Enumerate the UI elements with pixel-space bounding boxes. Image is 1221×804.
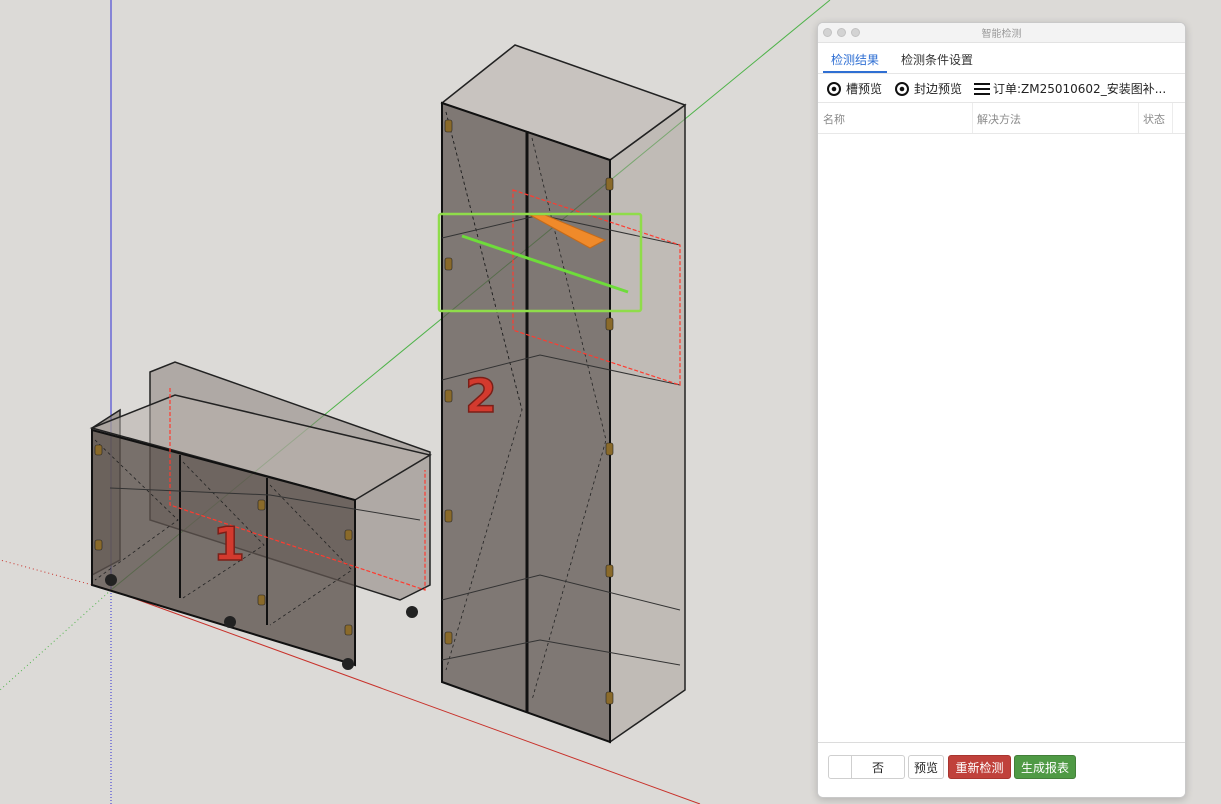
panel-tabs: 检测结果 检测条件设置 bbox=[818, 43, 1185, 74]
recheck-button[interactable]: 重新检测 bbox=[948, 755, 1011, 779]
edge-preview-label: 封边预览 bbox=[914, 82, 963, 96]
panel-titlebar: 智能检测 bbox=[818, 23, 1185, 43]
column-header-solution[interactable]: 解决方法 bbox=[977, 111, 1021, 127]
smart-detection-panel: 智能检测 检测结果 检测条件设置 槽预览 封边预览 订单:ZM25010602_… bbox=[817, 22, 1186, 798]
preview-button[interactable]: 预览 bbox=[908, 755, 944, 779]
cabinet-2[interactable]: 2 bbox=[437, 44, 687, 744]
column-divider[interactable] bbox=[1172, 103, 1173, 133]
panel-title: 智能检测 bbox=[981, 29, 1022, 40]
column-divider[interactable] bbox=[1138, 103, 1139, 133]
toggle-blank-button[interactable] bbox=[828, 755, 852, 779]
order-menu[interactable]: 订单:ZM25010602_安装图补... bbox=[974, 80, 1182, 97]
menu-icon bbox=[974, 82, 990, 96]
no-button[interactable]: 否 bbox=[851, 755, 905, 779]
cabinet-2-label: 2 bbox=[465, 369, 497, 423]
results-table-header: 名称 解决方法 状态 bbox=[818, 103, 1185, 134]
column-header-name[interactable]: 名称 bbox=[823, 111, 845, 127]
active-tab-indicator bbox=[823, 71, 887, 73]
results-table-body[interactable] bbox=[818, 132, 1185, 742]
column-header-status[interactable]: 状态 bbox=[1143, 111, 1165, 127]
edge-preview-toggle[interactable]: 封边预览 bbox=[895, 80, 962, 97]
column-divider[interactable] bbox=[972, 103, 973, 133]
panel-toolbar: 槽预览 封边预览 订单:ZM25010602_安装图补... bbox=[818, 74, 1185, 103]
panel-footer: 否 预览 重新检测 生成报表 bbox=[818, 742, 1185, 797]
groove-preview-label: 槽预览 bbox=[846, 82, 883, 96]
order-label: 订单:ZM25010602_安装图补... bbox=[993, 82, 1167, 96]
generate-report-button[interactable]: 生成报表 bbox=[1014, 755, 1076, 779]
eye-icon bbox=[895, 81, 909, 96]
tab-detection-results[interactable]: 检测结果 bbox=[831, 51, 879, 68]
cabinet-1-label: 1 bbox=[213, 517, 245, 571]
groove-preview-toggle[interactable]: 槽预览 bbox=[827, 80, 882, 97]
tab-detection-settings[interactable]: 检测条件设置 bbox=[901, 51, 973, 68]
eye-icon bbox=[827, 81, 841, 96]
